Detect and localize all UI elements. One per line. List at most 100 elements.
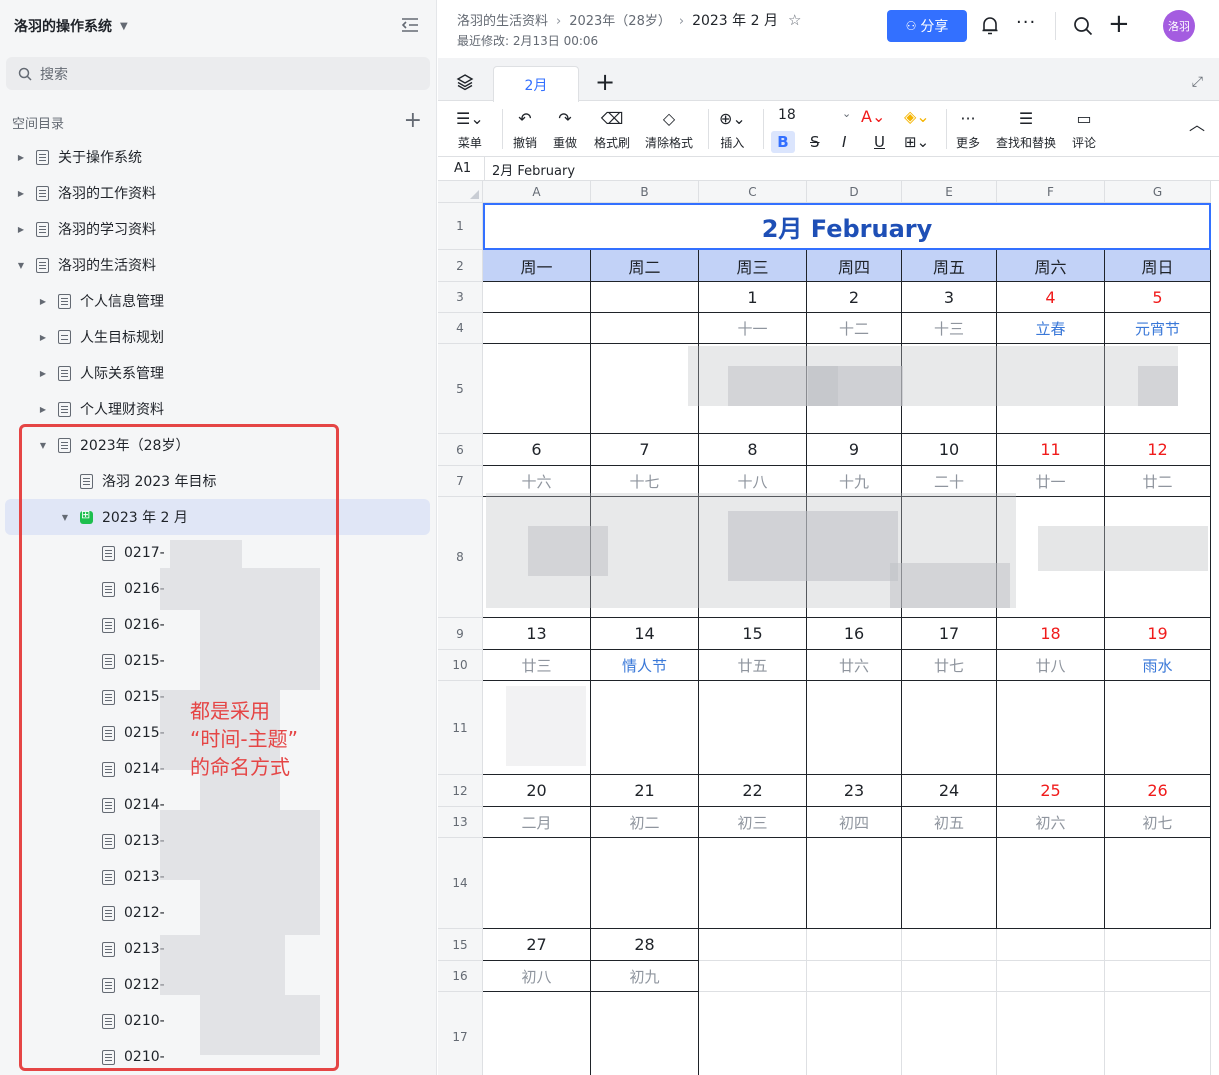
row-header[interactable]: 2 xyxy=(438,250,483,282)
border-icon[interactable]: ⊞⌄ xyxy=(904,133,929,151)
expand-arrow-icon[interactable]: ▶ xyxy=(38,333,48,342)
date-cell[interactable] xyxy=(1105,929,1211,961)
expand-arrow-icon[interactable]: ▶ xyxy=(16,189,26,198)
lunar-cell[interactable]: 元宵节 xyxy=(1105,313,1211,344)
column-header[interactable]: B xyxy=(591,181,699,203)
avatar[interactable]: 洛羽 xyxy=(1163,10,1195,42)
lunar-cell[interactable] xyxy=(483,313,591,344)
note-cell[interactable] xyxy=(483,838,591,929)
date-cell[interactable]: 21 xyxy=(591,775,699,807)
row-header[interactable]: 3 xyxy=(438,282,483,313)
breadcrumb-item[interactable]: 洛羽的生活资料 xyxy=(457,14,548,29)
lunar-cell[interactable] xyxy=(902,961,997,992)
lunar-cell[interactable]: 初七 xyxy=(1105,807,1211,838)
note-cell[interactable] xyxy=(591,838,699,929)
expand-arrow-icon[interactable]: ▶ xyxy=(38,405,48,414)
tab-february[interactable]: 2月 xyxy=(493,66,579,102)
date-cell[interactable]: 22 xyxy=(699,775,807,807)
date-cell[interactable]: 17 xyxy=(902,618,997,650)
undo-button[interactable]: ↶ 撤销 xyxy=(513,107,537,151)
comment-button[interactable]: ▭ 评论 xyxy=(1072,107,1096,151)
add-sheet-icon[interactable]: + xyxy=(595,68,615,96)
note-cell[interactable] xyxy=(591,681,699,775)
date-cell[interactable]: 26 xyxy=(1105,775,1211,807)
star-icon[interactable]: ☆ xyxy=(788,11,801,29)
date-cell[interactable] xyxy=(483,282,591,313)
insert-button[interactable]: ⊕⌄ 插入 xyxy=(719,107,746,151)
collapse-sidebar-icon[interactable] xyxy=(400,16,420,34)
lunar-cell[interactable] xyxy=(591,313,699,344)
space-switcher[interactable]: 洛羽的操作系统 ▼ xyxy=(14,14,128,38)
expand-icon[interactable]: ⤢ xyxy=(1192,74,1203,90)
tree-item[interactable]: ▶ 洛羽的工作资料 xyxy=(0,175,436,211)
fill-color-button[interactable]: ◈⌄ xyxy=(904,105,930,129)
date-cell[interactable] xyxy=(699,929,807,961)
note-cell[interactable] xyxy=(1105,838,1211,929)
lunar-cell[interactable]: 廿七 xyxy=(902,650,997,681)
date-cell[interactable] xyxy=(807,929,902,961)
lunar-cell[interactable]: 雨水 xyxy=(1105,650,1211,681)
lunar-cell[interactable]: 廿八 xyxy=(997,650,1105,681)
menu-button[interactable]: ☰⌄ 菜单 xyxy=(456,107,484,151)
lunar-cell[interactable]: 初九 xyxy=(591,961,699,992)
add-icon[interactable]: + xyxy=(404,110,422,132)
lunar-cell[interactable]: 初二 xyxy=(591,807,699,838)
note-cell[interactable] xyxy=(591,344,699,434)
date-cell[interactable]: 13 xyxy=(483,618,591,650)
expand-arrow-icon[interactable]: ▶ xyxy=(38,369,48,378)
note-cell[interactable] xyxy=(591,992,699,1075)
date-cell[interactable]: 28 xyxy=(591,929,699,961)
date-cell[interactable]: 9 xyxy=(807,434,902,466)
date-cell[interactable] xyxy=(902,929,997,961)
date-cell[interactable]: 5 xyxy=(1105,282,1211,313)
lunar-cell[interactable]: 廿六 xyxy=(807,650,902,681)
date-cell[interactable]: 8 xyxy=(699,434,807,466)
note-cell[interactable] xyxy=(807,992,902,1075)
row-header[interactable]: 8 xyxy=(438,497,483,618)
tree-item[interactable]: ▶ 关于操作系统 xyxy=(0,139,436,175)
strikethrough-button[interactable]: S xyxy=(810,133,820,151)
note-cell[interactable] xyxy=(807,681,902,775)
note-cell[interactable] xyxy=(1105,992,1211,1075)
date-cell[interactable]: 11 xyxy=(997,434,1105,466)
lunar-cell[interactable]: 十三 xyxy=(902,313,997,344)
date-cell[interactable]: 16 xyxy=(807,618,902,650)
date-cell[interactable]: 27 xyxy=(483,929,591,961)
collapse-toolbar-icon[interactable]: ︿ xyxy=(1189,111,1205,135)
note-cell[interactable] xyxy=(902,838,997,929)
row-header[interactable]: 5 xyxy=(438,344,483,434)
date-cell[interactable]: 7 xyxy=(591,434,699,466)
date-cell[interactable]: 6 xyxy=(483,434,591,466)
lunar-cell[interactable]: 立春 xyxy=(997,313,1105,344)
tree-item[interactable]: ▼ 洛羽的生活资料 xyxy=(0,247,436,283)
date-cell[interactable]: 2 xyxy=(807,282,902,313)
row-header[interactable]: 7 xyxy=(438,466,483,497)
clear-format-button[interactable]: ◇ 清除格式 xyxy=(645,107,693,151)
date-cell[interactable]: 1 xyxy=(699,282,807,313)
row-header[interactable]: 15 xyxy=(438,929,483,961)
date-cell[interactable] xyxy=(591,282,699,313)
column-header[interactable]: D xyxy=(807,181,902,203)
weekday-cell[interactable]: 周五 xyxy=(902,250,997,282)
row-header[interactable]: 13 xyxy=(438,807,483,838)
lunar-cell[interactable]: 初三 xyxy=(699,807,807,838)
select-all-corner[interactable] xyxy=(438,181,483,203)
date-cell[interactable]: 15 xyxy=(699,618,807,650)
plus-icon[interactable]: + xyxy=(1108,10,1130,38)
note-cell[interactable] xyxy=(483,344,591,434)
row-header[interactable]: 14 xyxy=(438,838,483,929)
weekday-cell[interactable]: 周三 xyxy=(699,250,807,282)
share-button[interactable]: ⚇ 分享 xyxy=(887,10,967,42)
note-cell[interactable] xyxy=(1105,681,1211,775)
lunar-cell[interactable]: 初四 xyxy=(807,807,902,838)
expand-arrow-icon[interactable]: ▶ xyxy=(16,153,26,162)
column-header[interactable]: F xyxy=(997,181,1105,203)
row-header[interactable]: 16 xyxy=(438,961,483,992)
tree-item[interactable]: ▶ 个人信息管理 xyxy=(0,283,436,319)
note-cell[interactable] xyxy=(902,992,997,1075)
row-header[interactable]: 11 xyxy=(438,681,483,775)
date-cell[interactable]: 20 xyxy=(483,775,591,807)
row-header[interactable]: 9 xyxy=(438,618,483,650)
date-cell[interactable] xyxy=(997,929,1105,961)
date-cell[interactable]: 14 xyxy=(591,618,699,650)
